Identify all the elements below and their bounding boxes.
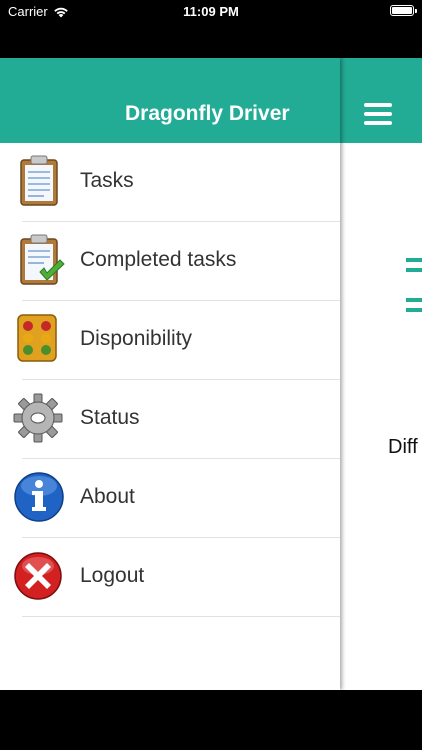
menu-label-completed-tasks: Completed tasks <box>80 248 237 271</box>
hamburger-menu-icon[interactable] <box>364 103 392 125</box>
traffic-light-icon <box>17 314 57 362</box>
menu-item-tasks[interactable]: Tasks <box>0 143 340 222</box>
menu-label-about: About <box>80 485 135 508</box>
menu-divider <box>22 616 340 617</box>
info-icon <box>14 472 64 522</box>
menu-item-about[interactable]: About <box>0 459 340 538</box>
divider-mark <box>406 268 422 272</box>
main-content: Diff <box>340 58 422 690</box>
menu-item-status[interactable]: Status <box>0 380 340 459</box>
status-time: 11:09 PM <box>183 4 239 19</box>
battery-icon <box>390 5 417 16</box>
menu-label-status: Status <box>80 406 140 429</box>
menu-item-logout[interactable]: Logout <box>0 538 340 617</box>
close-icon <box>14 552 62 600</box>
divider-mark <box>406 308 422 312</box>
side-drawer: Dragonfly Driver Tasks Completed tasks D… <box>0 58 340 690</box>
menu-label-disponibility: Disponibility <box>80 327 193 350</box>
status-bar: Carrier 11:09 PM <box>0 0 422 22</box>
bottom-bar <box>0 690 422 750</box>
app-title: Dragonfly Driver <box>125 102 290 125</box>
main-header <box>340 58 422 143</box>
drawer-header: Dragonfly Driver <box>0 58 340 143</box>
divider-mark <box>406 258 422 262</box>
menu-label-logout: Logout <box>80 564 145 587</box>
menu-item-disponibility[interactable]: Disponibility <box>0 301 340 380</box>
drawer-menu: Tasks Completed tasks Disponibility Stat… <box>0 143 340 617</box>
gear-icon <box>13 393 63 443</box>
menu-item-completed-tasks[interactable]: Completed tasks <box>0 222 340 301</box>
menu-label-tasks: Tasks <box>80 169 134 192</box>
main-partial-text: Diff <box>388 436 418 458</box>
divider-mark <box>406 298 422 302</box>
clipboard-icon <box>20 155 58 206</box>
clipboard-check-icon <box>20 234 65 285</box>
